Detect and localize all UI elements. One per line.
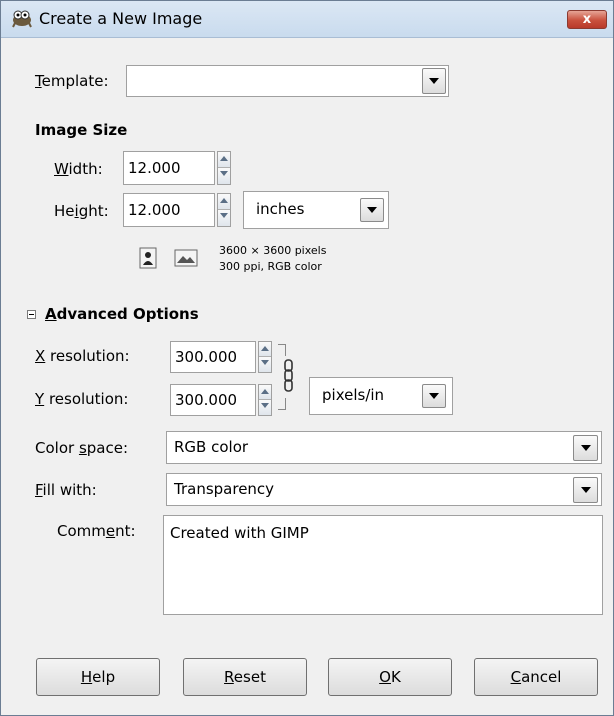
fill-with-label: Fill with: <box>35 481 97 499</box>
x-resolution-value: 300.000 <box>175 348 238 366</box>
height-input[interactable]: 12.000 <box>123 193 215 227</box>
landscape-icon[interactable] <box>174 249 198 267</box>
width-label: Width: <box>54 160 103 178</box>
dialog-content: Template: Image Size Width: 12.000 Heigh… <box>10 38 604 714</box>
height-value: 12.000 <box>128 201 181 219</box>
close-button[interactable]: x <box>567 10 607 29</box>
cancel-button[interactable]: Cancel <box>474 658 598 696</box>
advanced-options-heading[interactable]: Advanced Options <box>45 305 199 323</box>
width-input[interactable]: 12.000 <box>123 151 215 185</box>
template-label: Template: <box>35 72 109 90</box>
y-resolution-value: 300.000 <box>175 391 238 409</box>
fill-with-value: Transparency <box>174 480 275 498</box>
spin-up-icon[interactable] <box>218 152 230 168</box>
chain-link-icon[interactable] <box>283 359 295 393</box>
chain-bracket-top <box>278 344 286 356</box>
color-space-dropdown-button[interactable] <box>573 435 598 461</box>
comment-value: Created with GIMP <box>170 524 309 542</box>
template-label-text: emplate: <box>41 72 109 90</box>
resolution-unit-dropdown-button[interactable] <box>422 384 446 408</box>
size-unit-value: inches <box>256 200 305 218</box>
y-resolution-label: Y resolution: <box>35 390 129 408</box>
color-space-label: Color space: <box>35 439 129 457</box>
resolution-unit-dropdown[interactable]: pixels/in <box>309 377 453 415</box>
spin-up-icon[interactable] <box>218 194 230 210</box>
reset-button[interactable]: Reset <box>183 658 307 696</box>
width-spinner[interactable] <box>217 151 231 185</box>
spin-down-icon[interactable] <box>259 400 271 415</box>
color-space-combo[interactable]: RGB color <box>166 431 602 464</box>
comment-textarea[interactable]: Created with GIMP <box>163 515 603 615</box>
gimp-icon <box>12 10 32 28</box>
chain-bracket-bottom <box>278 398 286 410</box>
chevron-down-icon <box>367 207 377 213</box>
window-title: Create a New Image <box>39 9 203 28</box>
pixel-dimensions-text: 3600 × 3600 pixels <box>219 244 327 257</box>
y-resolution-spinner[interactable] <box>258 384 272 416</box>
chevron-down-icon <box>580 487 591 493</box>
size-unit-dropdown[interactable]: inches <box>243 191 389 229</box>
chevron-down-icon <box>429 78 439 84</box>
resolution-colorspace-text: 300 ppi, RGB color <box>219 260 322 273</box>
fill-with-dropdown-button[interactable] <box>573 477 598 503</box>
x-resolution-label: X resolution: <box>35 347 130 365</box>
new-image-dialog: Create a New Image x Template: Image Siz… <box>0 0 614 716</box>
comment-label: Comment: <box>57 522 136 540</box>
resolution-unit-value: pixels/in <box>322 386 385 404</box>
portrait-icon[interactable] <box>138 247 158 269</box>
chevron-down-icon <box>580 445 591 451</box>
template-combo[interactable] <box>126 65 449 97</box>
ok-button[interactable]: OK <box>328 658 452 696</box>
size-unit-dropdown-button[interactable] <box>360 198 384 222</box>
width-value: 12.000 <box>128 159 181 177</box>
color-space-value: RGB color <box>174 438 249 456</box>
spin-up-icon[interactable] <box>259 385 271 400</box>
spin-down-icon[interactable] <box>218 210 230 226</box>
x-resolution-spinner[interactable] <box>258 341 272 373</box>
spin-up-icon[interactable] <box>259 342 271 357</box>
close-icon: x <box>582 12 592 27</box>
chevron-down-icon <box>429 393 439 399</box>
advanced-heading-text: dvanced Options <box>56 305 199 323</box>
y-resolution-input[interactable]: 300.000 <box>170 384 256 416</box>
help-button[interactable]: Help <box>36 658 160 696</box>
image-size-info: 3600 × 3600 pixels 300 ppi, RGB color <box>219 243 326 275</box>
fill-with-combo[interactable]: Transparency <box>166 473 602 506</box>
spin-down-icon[interactable] <box>218 168 230 184</box>
height-spinner[interactable] <box>217 193 231 227</box>
title-bar: Create a New Image x <box>1 1 613 38</box>
height-label: Height: <box>54 202 109 220</box>
image-size-heading: Image Size <box>35 121 128 139</box>
spin-down-icon[interactable] <box>259 357 271 372</box>
template-dropdown-button[interactable] <box>422 68 446 94</box>
collapse-toggle-icon[interactable] <box>27 310 36 319</box>
x-resolution-input[interactable]: 300.000 <box>170 341 256 373</box>
